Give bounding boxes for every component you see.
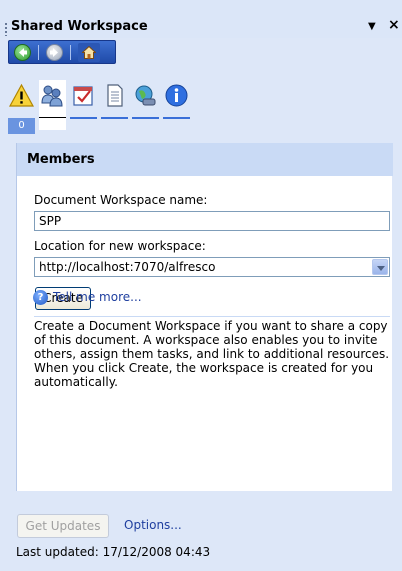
location-combobox[interactable]: http://localhost:7070/alfresco [34,257,390,277]
tab-information[interactable] [163,80,190,130]
options-link[interactable]: Options... [124,518,182,532]
location-value: http://localhost:7070/alfresco [39,260,216,274]
divider [34,316,390,317]
home-icon[interactable] [78,43,100,62]
status-count-badge: 0 [8,118,35,134]
tab-underline [70,117,97,119]
pane-title: Shared Workspace [11,19,148,34]
information-icon [165,84,188,107]
workspace-name-label: Document Workspace name: [34,193,208,207]
section-title: Members [27,152,95,167]
members-icon [41,85,63,107]
toolbar-separator [38,45,39,60]
tab-underline [132,117,159,119]
workspace-description: Create a Document Workspace if you want … [34,319,390,389]
navigation-toolbar [8,40,116,64]
tab-status[interactable]: 0 [8,80,35,134]
members-section: Members Document Workspace name: SPP Loc… [16,143,393,491]
warning-icon [9,83,34,107]
forward-arrow-icon[interactable] [46,44,63,61]
tasks-icon [73,86,93,106]
close-pane-icon[interactable]: × [388,17,400,33]
pane-menu-dropdown-icon[interactable]: ▼ [368,21,376,32]
location-label: Location for new workspace: [34,239,206,253]
tab-links[interactable] [132,80,159,130]
links-icon [135,85,156,106]
chevron-down-icon[interactable] [372,259,388,275]
workspace-tab-strip: 0 [8,80,392,134]
tab-members[interactable] [39,80,66,130]
task-pane-title-bar: Shared Workspace ▼ × [0,0,402,38]
documents-icon [107,84,123,107]
tab-tasks[interactable] [70,80,97,130]
active-tab-underline [39,117,66,118]
back-arrow-icon[interactable] [14,44,31,61]
tab-underline [101,117,128,119]
drag-grip-icon[interactable] [5,22,7,36]
get-updates-button[interactable]: Get Updates [17,514,109,538]
tell-me-more-link[interactable]: Tell me more... [53,290,142,304]
toolbar-separator [70,45,71,60]
tab-documents[interactable] [101,80,128,130]
tab-underline [163,117,190,119]
section-header: Members [17,143,393,176]
workspace-name-input[interactable]: SPP [34,211,390,231]
help-icon: ? [33,290,48,305]
last-updated-text: Last updated: 17/12/2008 04:43 [16,545,211,559]
shared-workspace-pane: Shared Workspace ▼ × 0 Members Document … [0,0,402,571]
